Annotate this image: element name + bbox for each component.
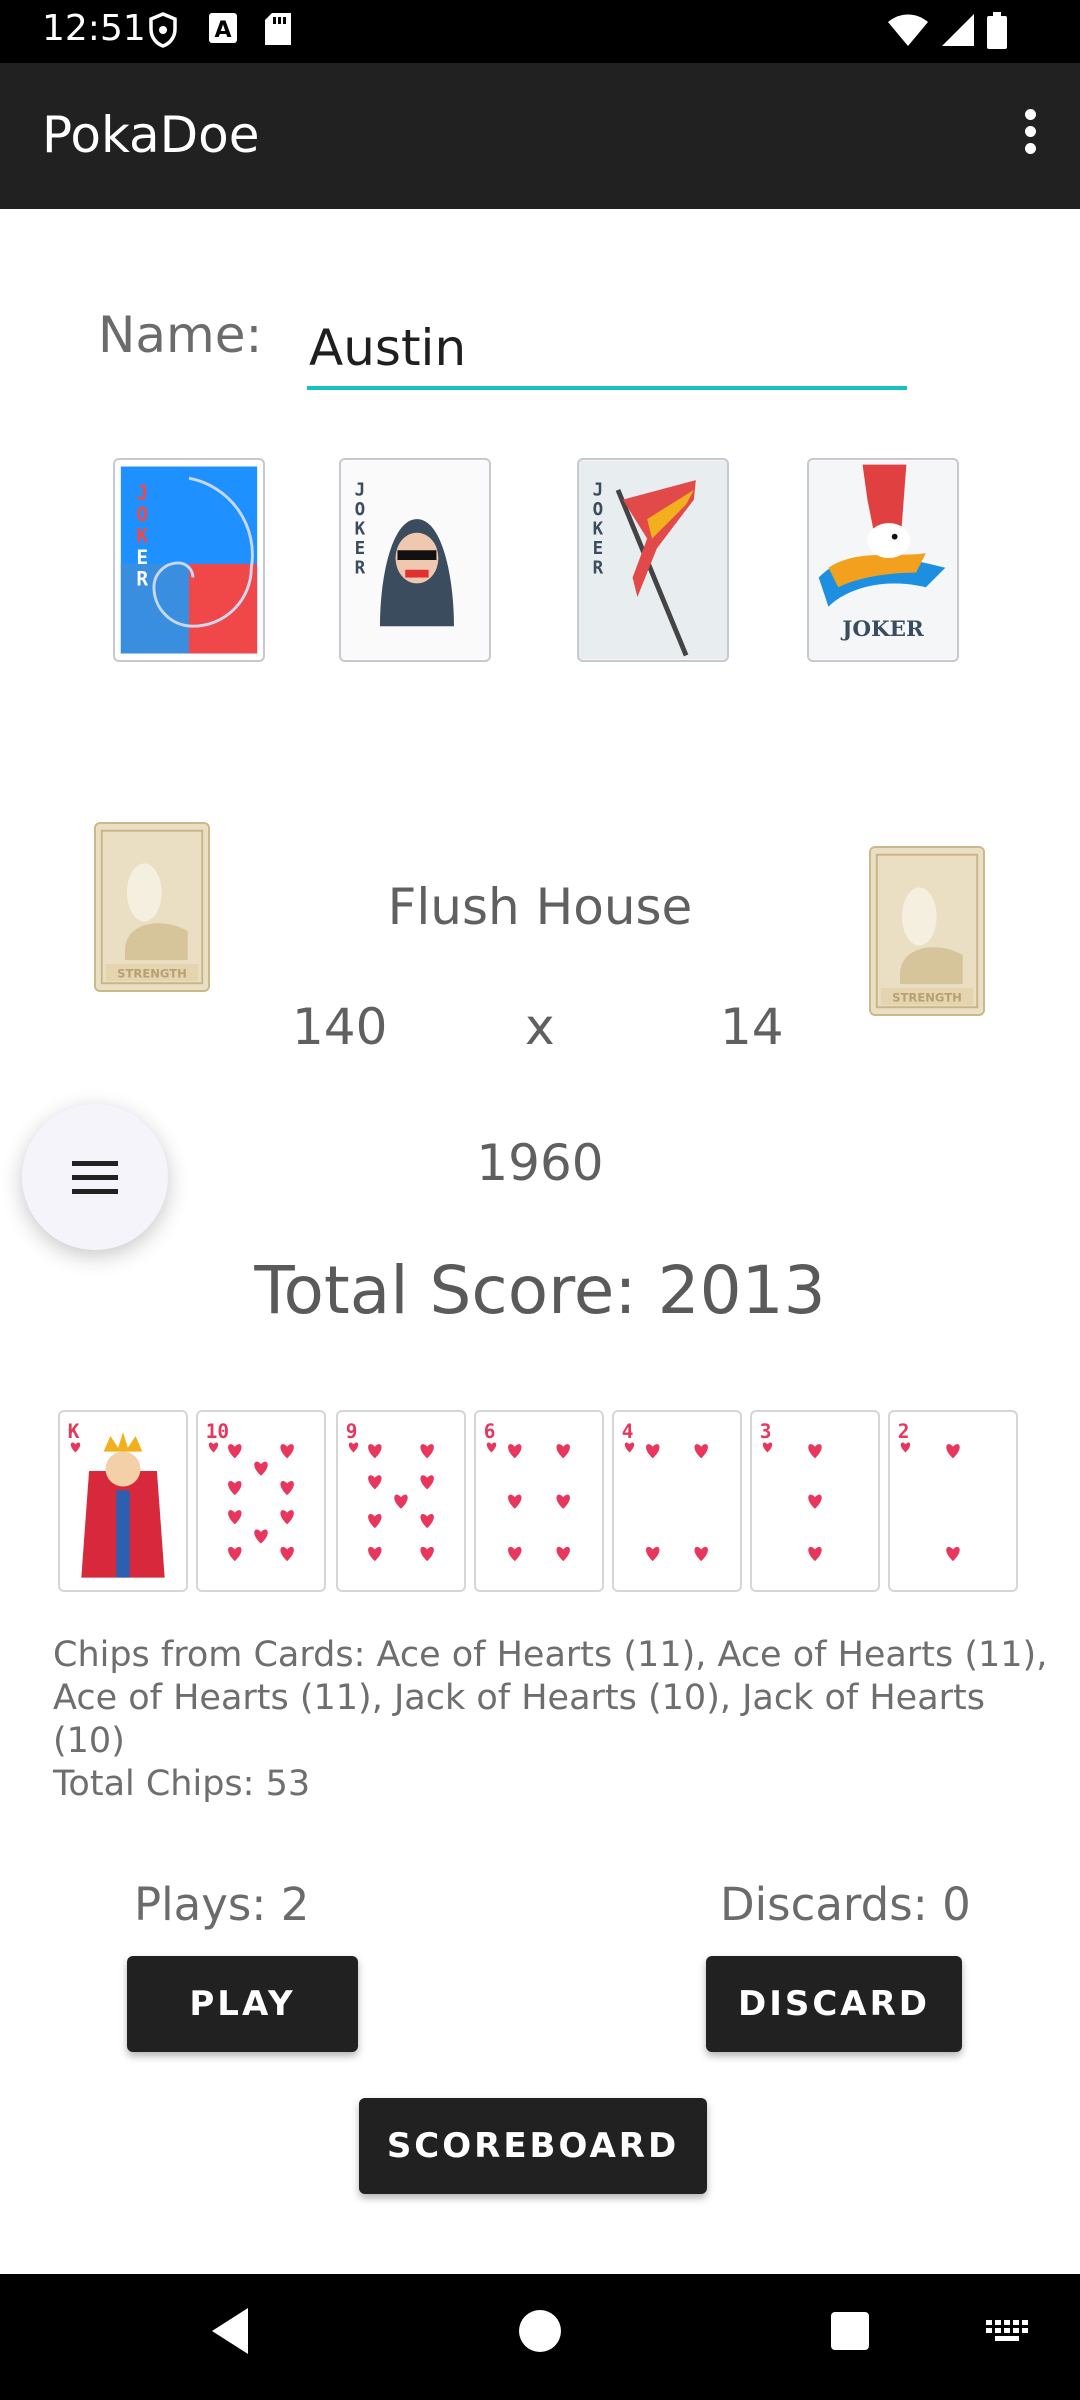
- hand-card-10-of-hearts[interactable]: 10: [196, 1410, 326, 1592]
- name-input[interactable]: [307, 310, 907, 390]
- navigation-bar: [0, 2274, 1080, 2400]
- svg-text:R: R: [355, 559, 366, 579]
- card-rank: 9: [346, 1420, 358, 1443]
- joker-card-windsock[interactable]: J O K E R: [577, 458, 729, 662]
- signal-icon: [942, 14, 974, 46]
- home-icon[interactable]: [517, 2306, 563, 2356]
- mult-value: 14: [720, 998, 784, 1056]
- joker-card-spiral[interactable]: J O K E R: [113, 458, 265, 662]
- keyboard-icon[interactable]: [984, 2306, 1030, 2356]
- svg-text:R: R: [593, 559, 604, 579]
- a-badge-icon: A: [209, 13, 237, 43]
- multiply-symbol: x: [525, 998, 555, 1056]
- name-label: Name:: [98, 306, 263, 364]
- svg-text:J: J: [136, 482, 148, 505]
- svg-text:O: O: [136, 503, 148, 526]
- plays-count: Plays: 2: [134, 1878, 310, 1931]
- sd-card-icon: [265, 13, 291, 45]
- card-rank: 10: [206, 1420, 229, 1443]
- hand-card-k-of-hearts[interactable]: K: [58, 1410, 188, 1592]
- svg-text:J: J: [593, 481, 604, 501]
- shield-icon: [149, 12, 177, 48]
- discards-count: Discards: 0: [720, 1878, 971, 1931]
- chips-line-1: Chips from Cards: Ace of Hearts (11), Ac…: [53, 1635, 1048, 1675]
- back-icon[interactable]: [208, 2306, 252, 2356]
- svg-text:K: K: [593, 520, 604, 540]
- status-bar: 12:51 A: [0, 0, 1080, 63]
- wifi-icon: [888, 14, 928, 46]
- total-chips: Total Chips: 53: [53, 1764, 311, 1804]
- battery-icon: [987, 12, 1007, 49]
- play-button[interactable]: PLAY: [127, 1956, 358, 2052]
- svg-text:E: E: [593, 539, 604, 559]
- hand-name: Flush House: [387, 878, 693, 936]
- scoreboard-button[interactable]: SCOREBOARD: [359, 2098, 707, 2194]
- hand-card-6-of-hearts[interactable]: 6: [474, 1410, 604, 1592]
- card-rank: 2: [898, 1420, 910, 1443]
- joker-card-hooded[interactable]: J O K E R: [339, 458, 491, 662]
- joker-card-eagle-label: JOKER: [840, 617, 924, 642]
- svg-text:A: A: [214, 18, 231, 43]
- chips-value: 140: [292, 998, 388, 1056]
- total-score: Total Score: 2013: [254, 1252, 826, 1329]
- recents-icon[interactable]: [828, 2306, 872, 2356]
- joker-card-eagle[interactable]: JOKER: [807, 458, 959, 662]
- hand-card-2-of-hearts[interactable]: 2: [888, 1410, 1018, 1592]
- chips-line-2: Ace of Hearts (11), Jack of Hearts (10),…: [53, 1678, 986, 1761]
- svg-text:O: O: [593, 500, 604, 520]
- menu-fab[interactable]: [22, 1104, 168, 1250]
- hand-card-9-of-hearts[interactable]: 9: [336, 1410, 466, 1592]
- card-rank: 6: [484, 1420, 496, 1443]
- chips-description: Chips from Cards: Ace of Hearts (11), Ac…: [53, 1634, 1053, 1806]
- svg-text:J: J: [355, 481, 366, 501]
- card-rank: K: [68, 1420, 80, 1443]
- svg-text:K: K: [355, 520, 366, 540]
- svg-text:E: E: [355, 539, 366, 559]
- discard-button[interactable]: DISCARD: [706, 1956, 962, 2052]
- status-time: 12:51: [42, 8, 146, 49]
- card-rank: 4: [622, 1420, 634, 1443]
- card-rank: 3: [760, 1420, 772, 1443]
- svg-text:STRENGTH: STRENGTH: [117, 966, 187, 980]
- more-vert-icon[interactable]: [1000, 103, 1060, 169]
- svg-text:R: R: [136, 567, 148, 590]
- hand-card-3-of-hearts[interactable]: 3: [750, 1410, 880, 1592]
- app-bar: PokaDoe: [0, 63, 1080, 209]
- svg-text:O: O: [355, 500, 366, 520]
- svg-text:K: K: [136, 524, 148, 547]
- app-title: PokaDoe: [42, 106, 260, 164]
- hand-card-4-of-hearts[interactable]: 4: [612, 1410, 742, 1592]
- svg-text:E: E: [136, 546, 148, 569]
- svg-text:STRENGTH: STRENGTH: [892, 990, 962, 1004]
